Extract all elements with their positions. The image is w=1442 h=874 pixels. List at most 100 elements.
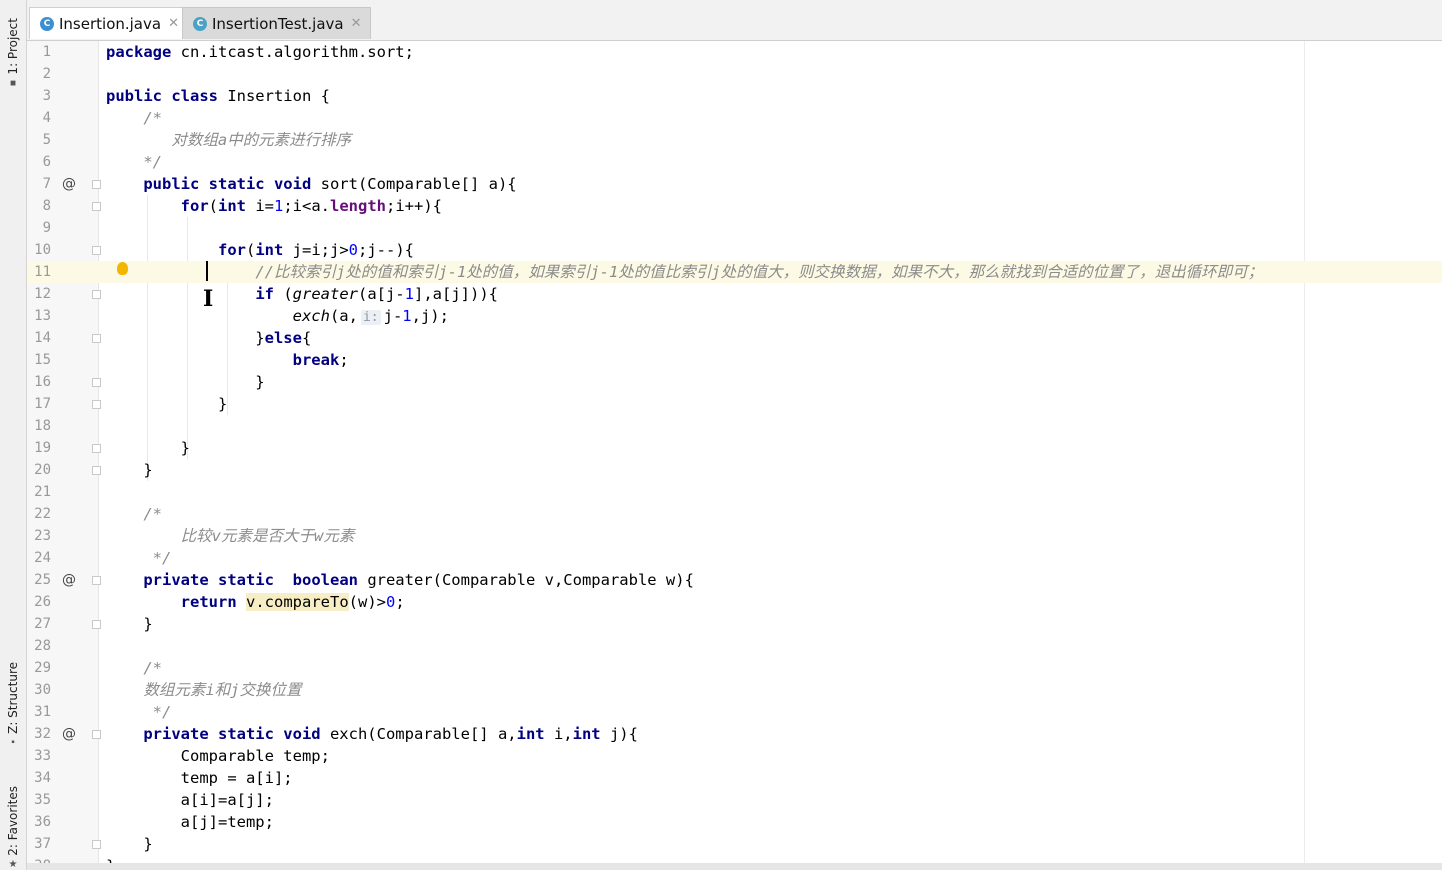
code-text[interactable]: */: [106, 547, 172, 569]
code-line[interactable]: 35 a[i]=a[j];: [27, 789, 1442, 811]
fold-toggle-icon[interactable]: [92, 180, 101, 189]
fold-toggle-icon[interactable]: [92, 840, 101, 849]
code-line[interactable]: 36 a[j]=temp;: [27, 811, 1442, 833]
code-text[interactable]: 比较v元素是否大于w元素: [106, 525, 355, 547]
code-text[interactable]: private static boolean greater(Comparabl…: [106, 569, 694, 591]
tab-insertion-java[interactable]: C Insertion.java ✕: [29, 7, 188, 39]
editor-tab-bar: C Insertion.java ✕ C InsertionTest.java …: [27, 0, 1442, 41]
code-text[interactable]: for(int i=1;i<a.length;i++){: [106, 195, 442, 217]
code-line[interactable]: 15 break;: [27, 349, 1442, 371]
code-text[interactable]: if (greater(a[j-1],a[j])){: [106, 283, 498, 305]
close-icon[interactable]: ✕: [351, 16, 362, 31]
code-line[interactable]: 16 }: [27, 371, 1442, 393]
code-line[interactable]: 31 */: [27, 701, 1442, 723]
code-text[interactable]: }: [106, 437, 190, 459]
code-text[interactable]: a[j]=temp;: [106, 811, 274, 833]
code-line[interactable]: 18: [27, 415, 1442, 437]
fold-toggle-icon[interactable]: [92, 730, 101, 739]
code-line[interactable]: 13 exch(a, i: j-1,j);: [27, 305, 1442, 327]
code-text[interactable]: 数组元素i和j交换位置: [106, 679, 301, 701]
code-line[interactable]: 1 package cn.itcast.algorithm.sort;: [27, 41, 1442, 63]
code-text[interactable]: temp = a[i];: [106, 767, 293, 789]
code-text[interactable]: }: [106, 393, 227, 415]
code-text[interactable]: /*: [106, 503, 162, 525]
code-text[interactable]: */: [106, 151, 162, 173]
code-line[interactable]: 10 for(int j=i;j>0;j--){: [27, 239, 1442, 261]
override-marker-icon[interactable]: @: [62, 173, 76, 195]
code-text[interactable]: }: [106, 613, 152, 635]
code-text[interactable]: break;: [106, 349, 349, 371]
code-line[interactable]: 19 }: [27, 437, 1442, 459]
code-line[interactable]: 2: [27, 63, 1442, 85]
fold-toggle-icon[interactable]: [92, 334, 101, 343]
code-text[interactable]: */: [106, 701, 172, 723]
code-line[interactable]: 30 数组元素i和j交换位置: [27, 679, 1442, 701]
code-text[interactable]: Comparable temp;: [106, 745, 330, 767]
code-line[interactable]: 7 @ public static void sort(Comparable[] …: [27, 173, 1442, 195]
code-line[interactable]: 12 if (greater(a[j-1],a[j])){: [27, 283, 1442, 305]
code-text[interactable]: }: [106, 833, 152, 855]
code-line[interactable]: 5 对数组a中的元素进行排序: [27, 129, 1442, 151]
code-line[interactable]: 17 }: [27, 393, 1442, 415]
override-marker-icon[interactable]: @: [62, 569, 76, 591]
code-line[interactable]: 23 比较v元素是否大于w元素: [27, 525, 1442, 547]
code-line[interactable]: 6 */: [27, 151, 1442, 173]
code-line[interactable]: 21: [27, 481, 1442, 503]
code-text[interactable]: 对数组a中的元素进行排序: [106, 129, 351, 151]
code-editor[interactable]: 1 package cn.itcast.algorithm.sort; 2 3 publ…: [27, 41, 1442, 863]
code-line[interactable]: 33 Comparable temp;: [27, 745, 1442, 767]
code-line[interactable]: 4 /*: [27, 107, 1442, 129]
code-line[interactable]: 26 return v.compareTo(w)>0;: [27, 591, 1442, 613]
code-line[interactable]: 20 }: [27, 459, 1442, 481]
fold-toggle-icon[interactable]: [92, 444, 101, 453]
code-line[interactable]: 11 //比较索引j处的值和索引j-1处的值，如果索引j-1处的值比索引j处的值…: [27, 261, 1442, 283]
close-icon[interactable]: ✕: [168, 16, 179, 31]
code-line[interactable]: 38}: [27, 855, 1442, 863]
fold-toggle-icon[interactable]: [92, 620, 101, 629]
code-line[interactable]: 25 @ private static boolean greater(Compa…: [27, 569, 1442, 591]
code-line[interactable]: 32 @ private static void exch(Comparable[…: [27, 723, 1442, 745]
code-text[interactable]: public class Insertion {: [106, 85, 330, 107]
lightbulb-intention-icon[interactable]: [117, 262, 128, 275]
code-text[interactable]: a[i]=a[j];: [106, 789, 274, 811]
code-line[interactable]: 29 /*: [27, 657, 1442, 679]
fold-toggle-icon[interactable]: [92, 400, 101, 409]
favorites-tool-button[interactable]: 2: Favorites ★: [3, 786, 23, 874]
line-number: 21: [34, 484, 51, 500]
fold-toggle-icon[interactable]: [92, 290, 101, 299]
fold-toggle-icon[interactable]: [92, 378, 101, 387]
line-number: 38: [27, 855, 51, 863]
code-text[interactable]: for(int j=i;j>0;j--){: [106, 239, 414, 261]
structure-tool-button[interactable]: Z: Structure ▪: [3, 662, 23, 752]
code-line[interactable]: 3 public class Insertion {: [27, 85, 1442, 107]
code-text[interactable]: /*: [106, 107, 162, 129]
code-line[interactable]: 22 /*: [27, 503, 1442, 525]
code-line[interactable]: 8 for(int i=1;i<a.length;i++){: [27, 195, 1442, 217]
horizontal-scrollbar[interactable]: [27, 863, 1442, 870]
code-text[interactable]: }: [106, 855, 115, 863]
code-text[interactable]: }: [106, 371, 264, 393]
code-line[interactable]: 37 }: [27, 833, 1442, 855]
code-text[interactable]: }else{: [106, 327, 311, 349]
code-line[interactable]: 14 }else{: [27, 327, 1442, 349]
fold-toggle-icon[interactable]: [92, 246, 101, 255]
fold-toggle-icon[interactable]: [92, 576, 101, 585]
fold-toggle-icon[interactable]: [92, 466, 101, 475]
project-tool-button[interactable]: 1: Project ■: [3, 18, 23, 93]
override-marker-icon[interactable]: @: [62, 723, 76, 745]
code-line[interactable]: 34 temp = a[i];: [27, 767, 1442, 789]
code-text[interactable]: return v.compareTo(w)>0;: [106, 591, 405, 613]
code-text[interactable]: private static void exch(Comparable[] a,…: [106, 723, 638, 745]
code-line[interactable]: 24 */: [27, 547, 1442, 569]
fold-toggle-icon[interactable]: [92, 202, 101, 211]
code-text[interactable]: exch(a, i: j-1,j);: [106, 305, 449, 329]
code-text[interactable]: /*: [106, 657, 162, 679]
tab-insertiontest-java[interactable]: C InsertionTest.java ✕: [182, 7, 371, 39]
code-text[interactable]: package cn.itcast.algorithm.sort;: [106, 41, 414, 63]
code-text[interactable]: //比较索引j处的值和索引j-1处的值，如果索引j-1处的值比索引j处的值大，则…: [106, 261, 1263, 283]
code-text[interactable]: public static void sort(Comparable[] a){: [106, 173, 516, 195]
code-line[interactable]: 28: [27, 635, 1442, 657]
code-line[interactable]: 27 }: [27, 613, 1442, 635]
code-text[interactable]: }: [106, 459, 152, 481]
code-line[interactable]: 9: [27, 217, 1442, 239]
